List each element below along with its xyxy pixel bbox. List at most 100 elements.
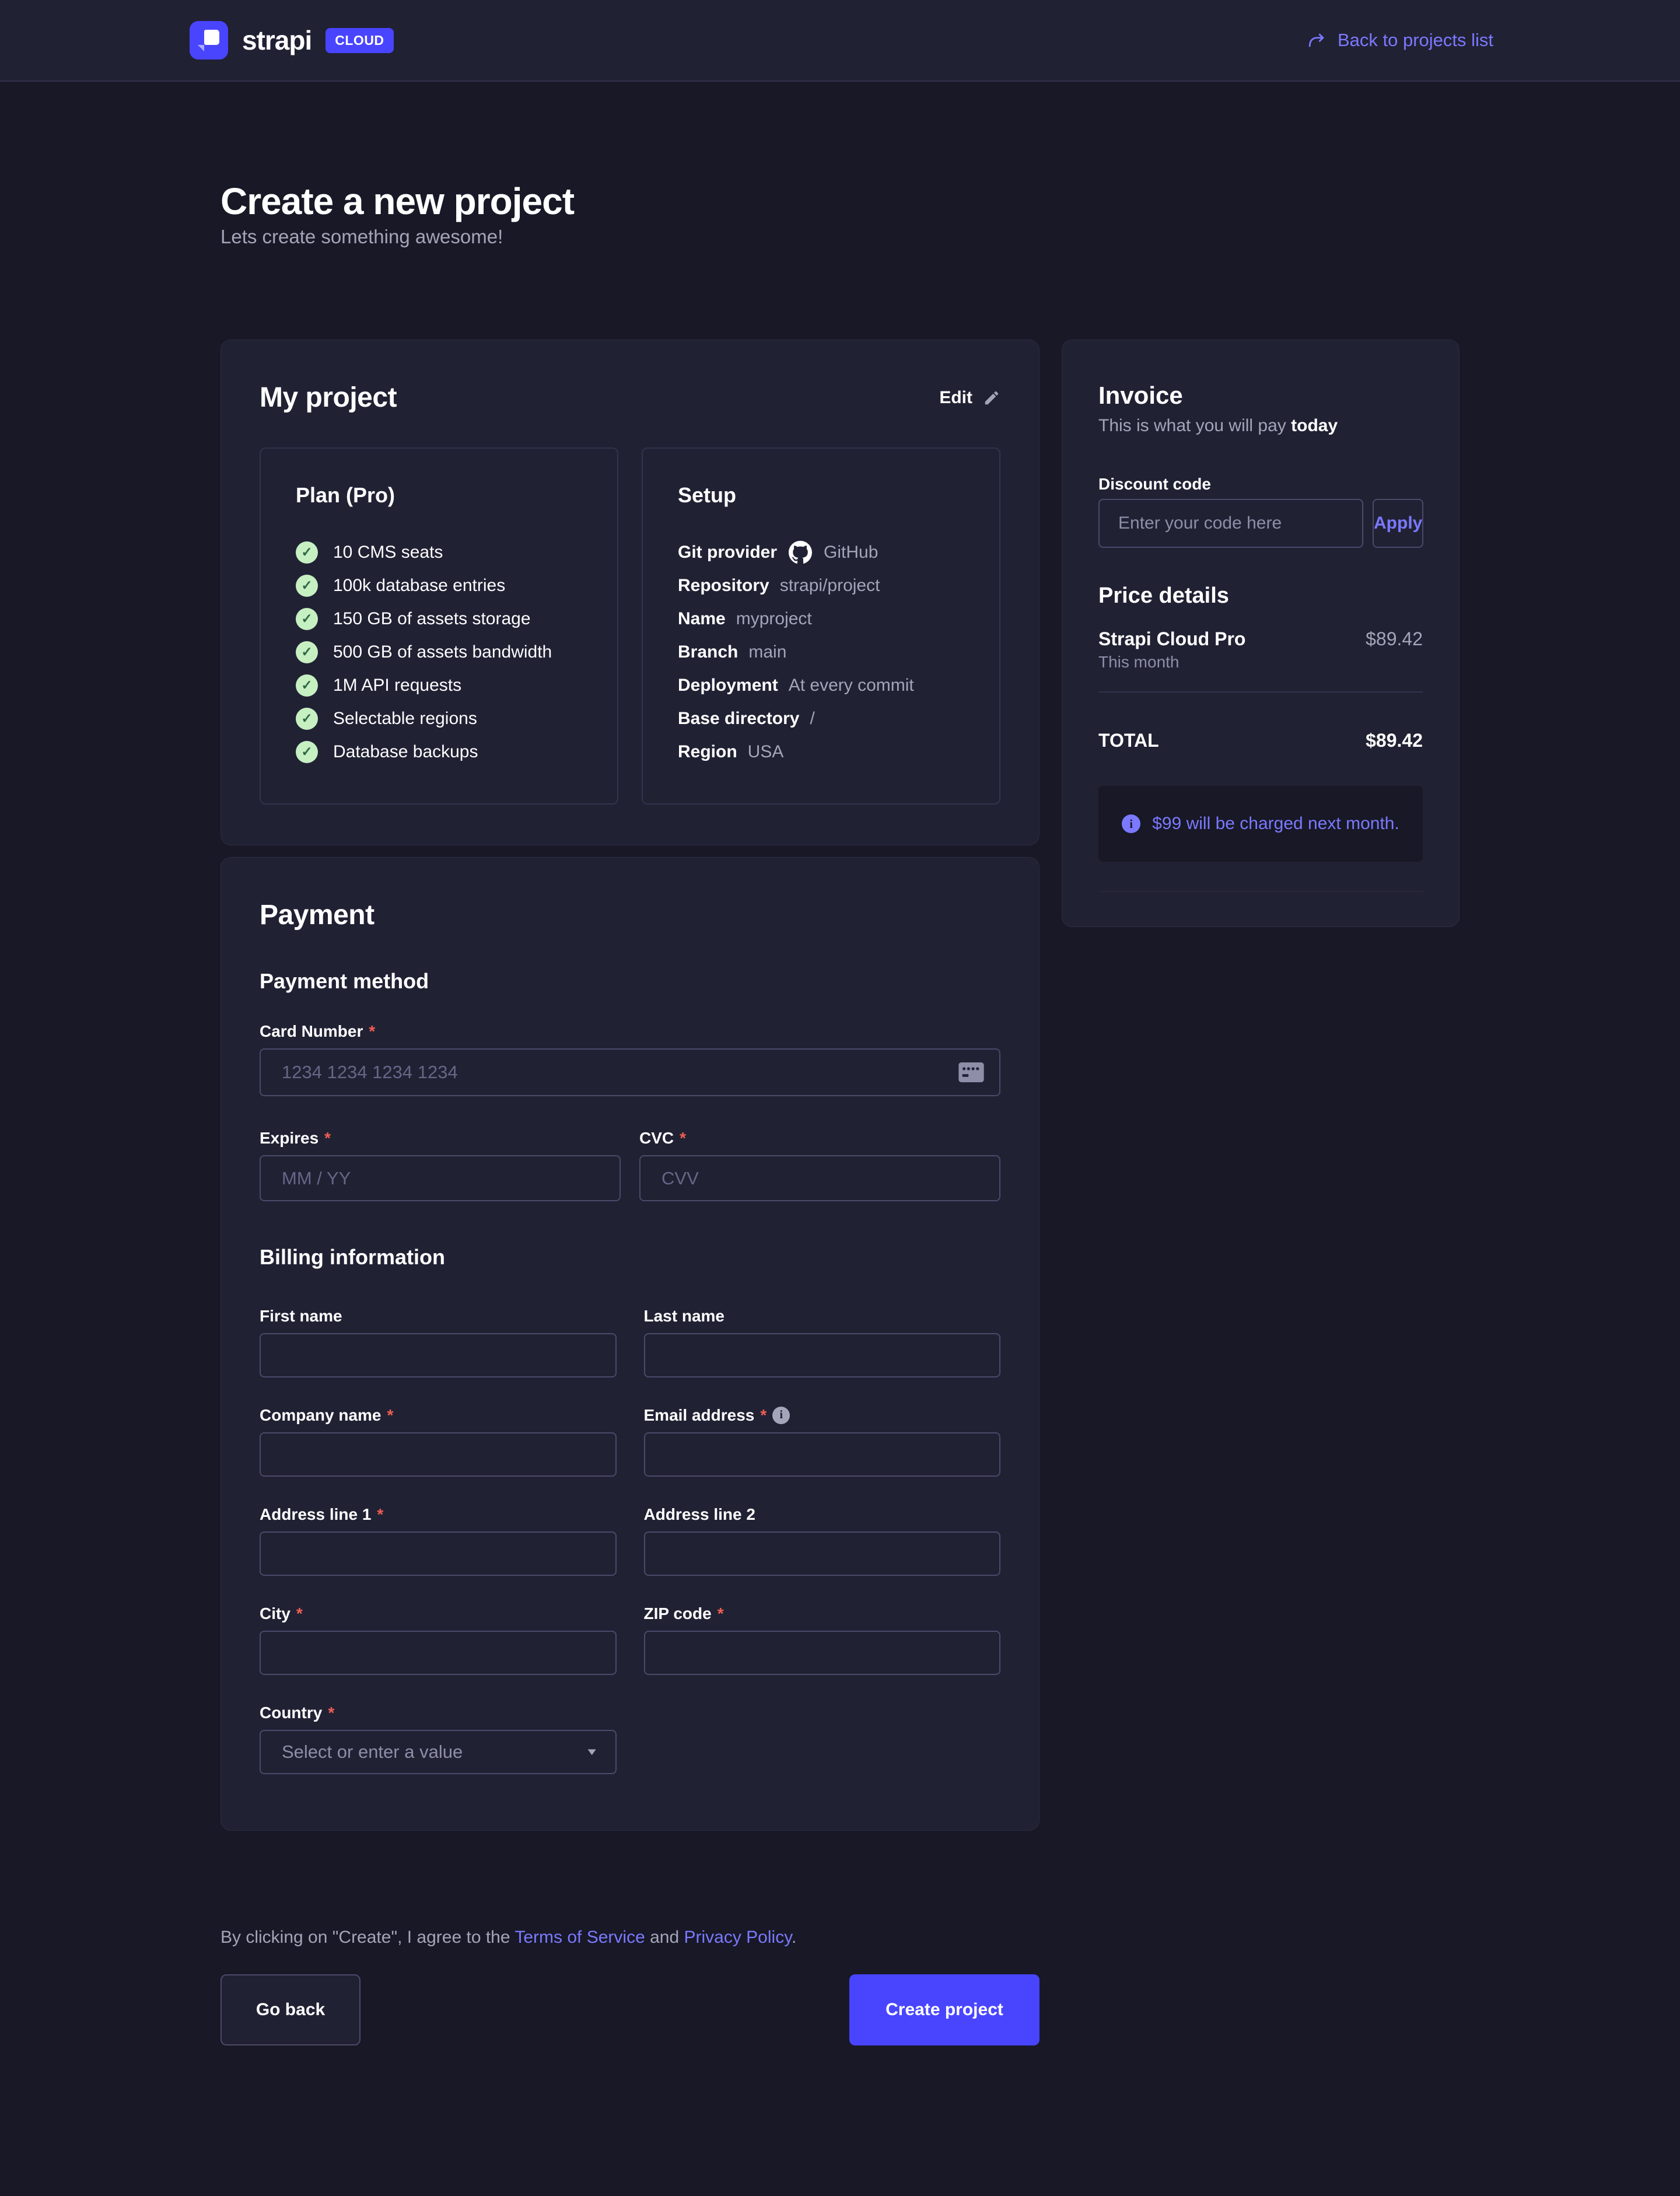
invoice-total-row: TOTAL $89.42 [1098,730,1423,751]
brand-name: strapi [242,25,312,56]
invoice-subtitle-prefix: This is what you will pay [1098,416,1291,435]
country-select[interactable]: Select or enter a value ▼ [260,1730,617,1774]
credit-card-icon [958,1062,984,1082]
first-name-label: First name [260,1306,617,1326]
pencil-icon [983,389,1000,407]
first-name-label-text: First name [260,1306,342,1326]
invoice-card: Invoice This is what you will pay today … [1062,340,1460,927]
create-project-button[interactable]: Create project [849,1974,1040,2045]
discount-code-input[interactable] [1098,499,1363,548]
plan-feature-label: 150 GB of assets storage [333,609,531,629]
total-label: TOTAL [1098,730,1159,751]
address-line2-label-text: Address line 2 [644,1505,755,1524]
notice-text: $99 will be charged next month. [1152,814,1399,834]
check-icon: ✓ [296,674,318,697]
agreement-text: By clicking on "Create", I agree to the … [220,1927,1040,1948]
setup-row: Deployment At every commit [678,669,964,702]
email-address-label-text: Email address [644,1405,755,1425]
required-asterisk: * [718,1604,724,1623]
email-info-icon[interactable]: i [772,1407,790,1424]
company-name-label-text: Company name [260,1405,382,1425]
check-icon: ✓ [296,575,318,597]
agreement-suffix: . [792,1928,796,1947]
info-icon: i [1122,814,1140,833]
check-icon: ✓ [296,608,318,630]
required-asterisk: * [680,1128,686,1148]
back-to-projects-link[interactable]: Back to projects list [1307,30,1493,51]
plan-feature-item: ✓ 1M API requests [296,669,582,702]
github-icon [789,541,812,564]
setup-value: strapi/project [780,576,880,596]
setup-row: Git provider GitHub [678,536,964,569]
check-icon: ✓ [296,641,318,663]
country-label: Country * [260,1703,617,1722]
required-asterisk: * [387,1405,394,1425]
back-link-label: Back to projects list [1338,30,1493,51]
plan-feature-item: ✓ Selectable regions [296,702,582,735]
agreement-middle: and [645,1928,684,1947]
strapi-logo-square [204,30,219,45]
setup-row: Repository strapi/project [678,569,964,602]
apply-button[interactable]: Apply [1373,499,1423,548]
go-back-button[interactable]: Go back [220,1974,360,2045]
required-asterisk: * [328,1703,334,1722]
address-line1-label: Address line 1* [260,1505,617,1524]
expires-label-text: Expires [260,1128,318,1148]
invoice-title: Invoice [1098,381,1423,410]
expires-label: Expires* [260,1128,621,1148]
cvc-input[interactable] [639,1155,1000,1201]
setup-label: Branch [678,642,738,662]
city-input[interactable] [260,1631,617,1675]
card-number-input[interactable] [260,1048,1000,1096]
line-item-amount: $89.42 [1366,628,1423,650]
page-subtitle: Lets create something awesome! [220,225,1460,249]
required-asterisk: * [296,1604,303,1623]
setup-rows: Git provider GitHub Repository strapi/pr… [678,536,964,768]
strapi-logo-icon [190,21,228,60]
check-icon: ✓ [296,708,318,730]
hero: Create a new project Lets create somethi… [220,179,1460,249]
line-item-name: Strapi Cloud Pro [1098,628,1245,650]
plan-feature-item: ✓10 CMS seats [296,536,582,569]
brand: strapi CLOUD [190,21,394,60]
company-name-input[interactable] [260,1432,617,1477]
last-name-input[interactable] [644,1333,1001,1377]
page-title: Create a new project [220,179,1460,224]
last-name-label-text: Last name [644,1306,725,1326]
country-label-text: Country [260,1703,322,1722]
setup-label: Repository [678,576,769,596]
total-amount: $89.42 [1366,730,1423,751]
first-name-input[interactable] [260,1333,617,1377]
plan-box: Plan (Pro) ✓10 CMS seats ✓100k database … [260,447,618,805]
expires-input[interactable] [260,1155,621,1201]
required-asterisk: * [760,1405,766,1425]
setup-title: Setup [678,482,964,508]
payment-method-title: Payment method [260,968,1000,994]
setup-value: USA [748,742,784,762]
zip-code-input[interactable] [644,1631,1001,1675]
setup-label: Name [678,609,726,629]
invoice-subtitle: This is what you will pay today [1098,415,1423,436]
plan-feature-label: Selectable regions [333,709,477,729]
address-line2-input[interactable] [644,1531,1001,1576]
payment-title: Payment [260,898,1000,932]
setup-label: Base directory [678,709,799,729]
cvc-label: CVC* [639,1128,1000,1148]
plan-feature-item: ✓500 GB of assets bandwidth [296,635,582,669]
setup-value: At every commit [789,676,914,695]
plan-feature-item: ✓Database backups [296,735,582,768]
edit-button[interactable]: Edit [939,388,1000,408]
email-address-label: Email address* i [644,1405,1001,1425]
address-line1-input[interactable] [260,1531,617,1576]
invoice-bottom-divider [1098,891,1423,892]
header-bar: strapi CLOUD Back to projects list [0,0,1680,82]
email-address-input[interactable] [644,1432,1001,1477]
privacy-link[interactable]: Privacy Policy [684,1928,791,1947]
plan-feature-list: ✓10 CMS seats ✓100k database entries ✓15… [296,536,582,768]
invoice-subtitle-emphasis: today [1291,416,1338,435]
setup-label: Deployment [678,676,778,695]
plan-feature-label: 1M API requests [333,676,461,695]
payment-card: Payment Payment method Card Number* [220,857,1040,1831]
card-number-label: Card Number* [260,1022,1000,1041]
terms-link[interactable]: Terms of Service [514,1928,645,1947]
